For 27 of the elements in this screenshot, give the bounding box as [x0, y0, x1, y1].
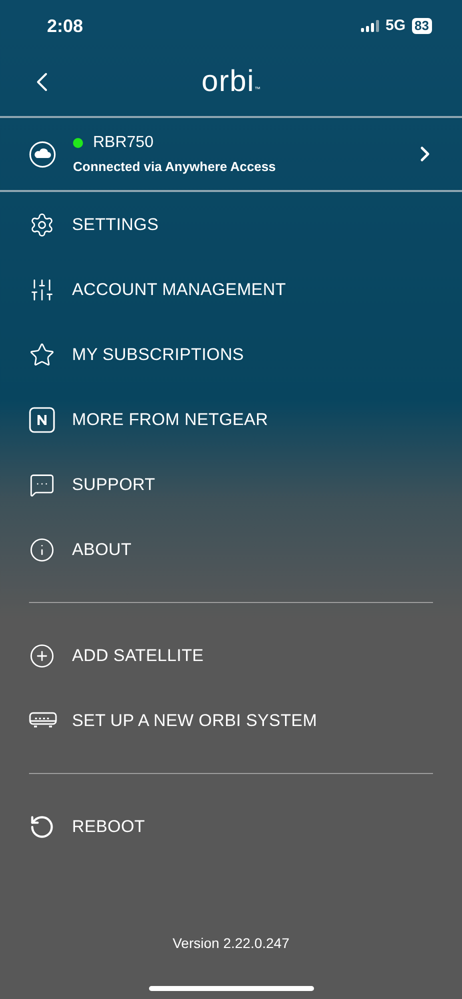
menu-item[interactable]: SETTINGS — [0, 192, 462, 257]
settings-icon — [29, 212, 55, 238]
menu-item[interactable]: ABOUT — [0, 517, 462, 582]
menu-item[interactable]: MORE FROM NETGEAR — [0, 387, 462, 452]
device-row[interactable]: RBR750 Connected via Anywhere Access — [0, 118, 462, 190]
menu-item[interactable]: REBOOT — [0, 794, 462, 859]
battery-level: 83 — [412, 18, 432, 34]
menu-item[interactable]: MY SUBSCRIPTIONS — [0, 322, 462, 387]
app-logo: orbi — [201, 67, 255, 97]
network-type: 5G — [386, 16, 406, 36]
connection-status: Connected via Anywhere Access — [73, 158, 277, 176]
device-name: RBR750 — [93, 133, 154, 154]
menu-item[interactable]: SUPPORT — [0, 452, 462, 517]
cloud-icon — [29, 140, 56, 168]
sliders-icon — [29, 276, 55, 302]
menu-item[interactable]: SET UP A NEW ORBI SYSTEM — [0, 688, 462, 753]
chat-bubble-icon — [29, 472, 55, 498]
info-icon — [29, 536, 55, 562]
add-circle-icon — [29, 642, 55, 668]
version-text: Version 2.22.0.247 — [172, 934, 290, 953]
letter-n-icon — [29, 406, 55, 432]
signal-icon — [360, 20, 380, 32]
reboot-icon — [29, 814, 55, 840]
status-time: 2:08 — [47, 14, 84, 38]
menu-item[interactable]: ACCOUNT MANAGEMENT — [0, 257, 462, 322]
menu-item[interactable]: ADD SATELLITE — [0, 623, 462, 688]
star-icon — [29, 342, 55, 368]
